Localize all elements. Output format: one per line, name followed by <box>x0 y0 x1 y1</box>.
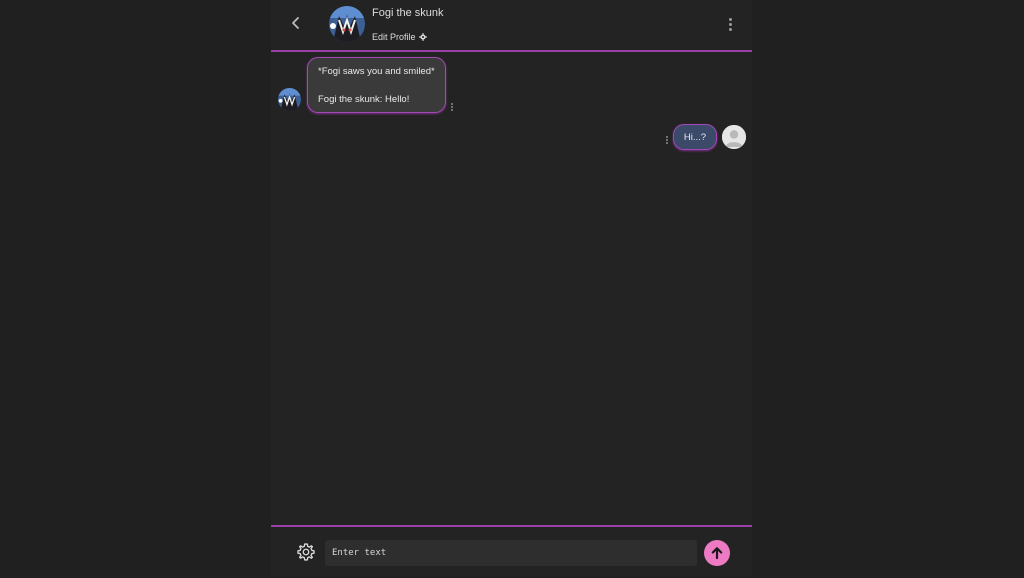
gear-icon <box>418 33 427 41</box>
bot-message-bubble: *Fogi saws you and smiled* Fogi the skun… <box>307 57 446 113</box>
settings-button[interactable] <box>296 542 316 562</box>
user-message-options-button[interactable] <box>663 133 671 147</box>
character-name: Fogi the skunk <box>372 7 444 19</box>
bot-message-line: Fogi the skunk: Hello! <box>318 94 410 105</box>
edit-profile-label: Edit Profile <box>372 32 416 42</box>
character-avatar[interactable] <box>329 6 365 42</box>
chevron-left-icon <box>292 17 299 29</box>
user-placeholder-icon <box>722 125 746 149</box>
chat-app: Fogi the skunk Edit Profile *Fogi saws y… <box>271 0 752 576</box>
bot-message-line: *Fogi saws you and smiled* <box>318 66 435 77</box>
back-button[interactable] <box>285 12 307 34</box>
more-vertical-icon <box>728 17 732 21</box>
gear-icon <box>297 543 315 561</box>
bot-message-options-button[interactable] <box>448 100 456 114</box>
bot-message-avatar <box>278 88 301 111</box>
message-input[interactable] <box>325 540 697 566</box>
message-composer <box>271 525 752 578</box>
user-message-bubble: Hi...? <box>673 124 717 150</box>
chat-header: Fogi the skunk Edit Profile <box>271 0 752 52</box>
user-message-text: Hi...? <box>683 131 707 143</box>
edit-profile-link[interactable]: Edit Profile <box>372 32 427 42</box>
more-options-button[interactable] <box>723 14 737 34</box>
send-button[interactable] <box>704 540 730 566</box>
more-vertical-icon <box>451 103 453 105</box>
user-avatar <box>722 125 746 149</box>
more-vertical-icon <box>666 136 668 138</box>
arrow-up-icon <box>711 547 723 560</box>
